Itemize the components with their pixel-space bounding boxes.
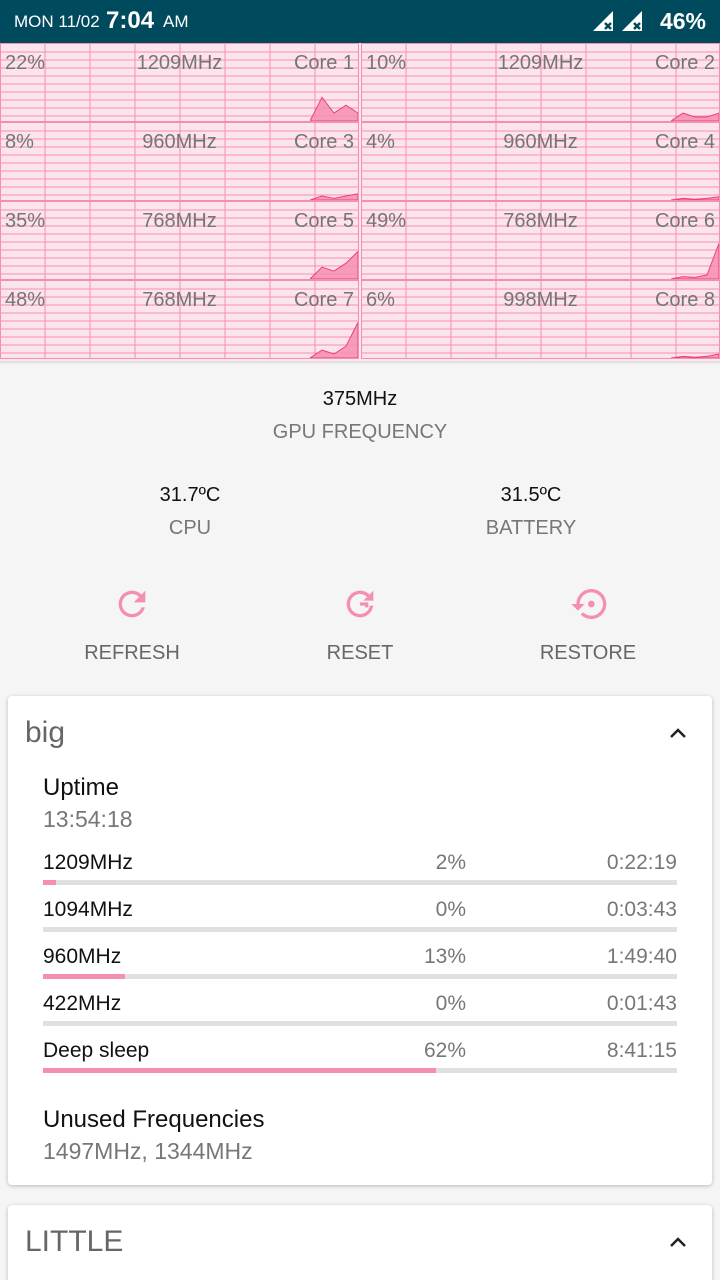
chevron-up-icon[interactable] — [666, 722, 690, 746]
core-tile: 4% 960MHz Core 4 — [361, 122, 720, 201]
gpu-frequency: 375MHz GPU FREQUENCY — [210, 388, 510, 444]
core-tile: 48% 768MHz Core 7 — [0, 280, 359, 359]
refresh-label: REFRESH — [84, 642, 180, 664]
frequency-percent: 13% — [423, 945, 466, 968]
restore-icon — [571, 589, 607, 619]
frequency-percent: 0% — [435, 898, 466, 921]
core-usage-graph — [310, 96, 358, 121]
reset-button[interactable]: RESET — [260, 584, 460, 665]
frequency-label: 960MHz — [43, 945, 122, 968]
signal-no-data-icon — [622, 11, 642, 31]
frequency-label: 1094MHz — [43, 898, 133, 921]
core-usage-graph — [671, 353, 719, 358]
cpu-temp-label: CPU — [168, 517, 212, 539]
big-cluster-card: big Uptime 13:54:18 1209MHz 2% 0:22:19 1094… — [8, 696, 712, 1185]
frequency-label: 1209MHz — [43, 851, 133, 874]
reset-icon — [346, 590, 374, 618]
battery-temperature: 31.5ºC BATTERY — [431, 484, 631, 540]
restore-button[interactable]: RESTORE — [488, 584, 688, 665]
core-tile: 35% 768MHz Core 5 — [0, 201, 359, 280]
frequency-label: Deep sleep — [43, 1039, 150, 1062]
frequency-progress-fill — [43, 880, 56, 885]
frequency-row: 960MHz 13% 1:49:40 — [43, 945, 677, 985]
frequency-progress-bar — [43, 880, 677, 885]
core-usage-graph — [310, 322, 358, 358]
battery-temp-label: BATTERY — [485, 517, 577, 539]
refresh-button[interactable]: REFRESH — [32, 584, 232, 665]
core-usage-graph — [310, 193, 358, 200]
big-cluster-title: big — [25, 716, 66, 749]
frequency-percent: 2% — [435, 851, 466, 874]
core-usage-graph — [671, 112, 719, 121]
signal-no-data-icon — [593, 11, 613, 31]
frequency-progress-bar — [43, 1068, 677, 1073]
uptime-label: Uptime — [43, 774, 120, 801]
frequency-row: 422MHz 0% 0:01:43 — [43, 992, 677, 1032]
gpu-frequency-label: GPU FREQUENCY — [272, 421, 448, 443]
frequency-time: 0:22:19 — [606, 851, 677, 874]
frequency-percent: 62% — [423, 1039, 466, 1062]
frequency-progress-fill — [43, 1068, 437, 1073]
frequency-time: 8:41:15 — [606, 1039, 677, 1062]
cpu-temp-value: 31.7ºC — [159, 484, 221, 506]
core-usage-graph — [671, 243, 719, 279]
restore-label: RESTORE — [539, 642, 637, 664]
battery-temp-value: 31.5ºC — [500, 484, 562, 506]
core-usage-graph — [310, 250, 358, 279]
frequency-row: 1209MHz 2% 0:22:19 — [43, 851, 677, 891]
status-time: 7:04 — [106, 7, 155, 34]
core-tile: 49% 768MHz Core 6 — [361, 201, 720, 280]
cpu-cores-panel: 22% 1209MHz Core 1 10% 1209MHz Core 2 8% 960MHz… — [0, 43, 720, 361]
frequency-row: Deep sleep 62% 8:41:15 — [43, 1039, 677, 1079]
refresh-icon — [118, 590, 146, 618]
reset-label: RESET — [326, 642, 394, 664]
frequency-time: 0:01:43 — [606, 992, 677, 1015]
frequency-progress-bar — [43, 974, 677, 979]
little-cluster-card: LITTLE — [8, 1205, 712, 1280]
frequency-row: 1094MHz 0% 0:03:43 — [43, 898, 677, 938]
frequency-label: 422MHz — [43, 992, 122, 1015]
status-ampm: AM — [163, 12, 189, 31]
gpu-frequency-value: 375MHz — [322, 388, 398, 410]
little-cluster-title: LITTLE — [25, 1225, 124, 1258]
frequency-progress-fill — [43, 974, 126, 979]
core-tile: 22% 1209MHz Core 1 — [0, 43, 359, 122]
core-tile: 8% 960MHz Core 3 — [0, 122, 359, 201]
frequency-progress-bar — [43, 927, 677, 932]
status-bar: MON 11/02 7:04 AM 46% — [0, 0, 720, 43]
status-date: MON 11/02 — [14, 12, 100, 31]
core-tile: 6% 998MHz Core 8 — [361, 280, 720, 359]
status-battery: 46% — [659, 8, 706, 34]
uptime-value: 13:54:18 — [43, 806, 133, 832]
core-tile: 10% 1209MHz Core 2 — [361, 43, 720, 122]
unused-frequencies-value: 1497MHz, 1344MHz — [43, 1138, 253, 1164]
unused-frequencies-label: Unused Frequencies — [43, 1106, 265, 1133]
frequency-time: 1:49:40 — [606, 945, 677, 968]
chevron-up-icon[interactable] — [666, 1231, 690, 1255]
frequency-progress-bar — [43, 1021, 677, 1026]
frequency-time: 0:03:43 — [606, 898, 677, 921]
core-usage-graph — [671, 196, 719, 200]
frequency-percent: 0% — [435, 992, 466, 1015]
cpu-temperature: 31.7ºC CPU — [90, 484, 290, 540]
